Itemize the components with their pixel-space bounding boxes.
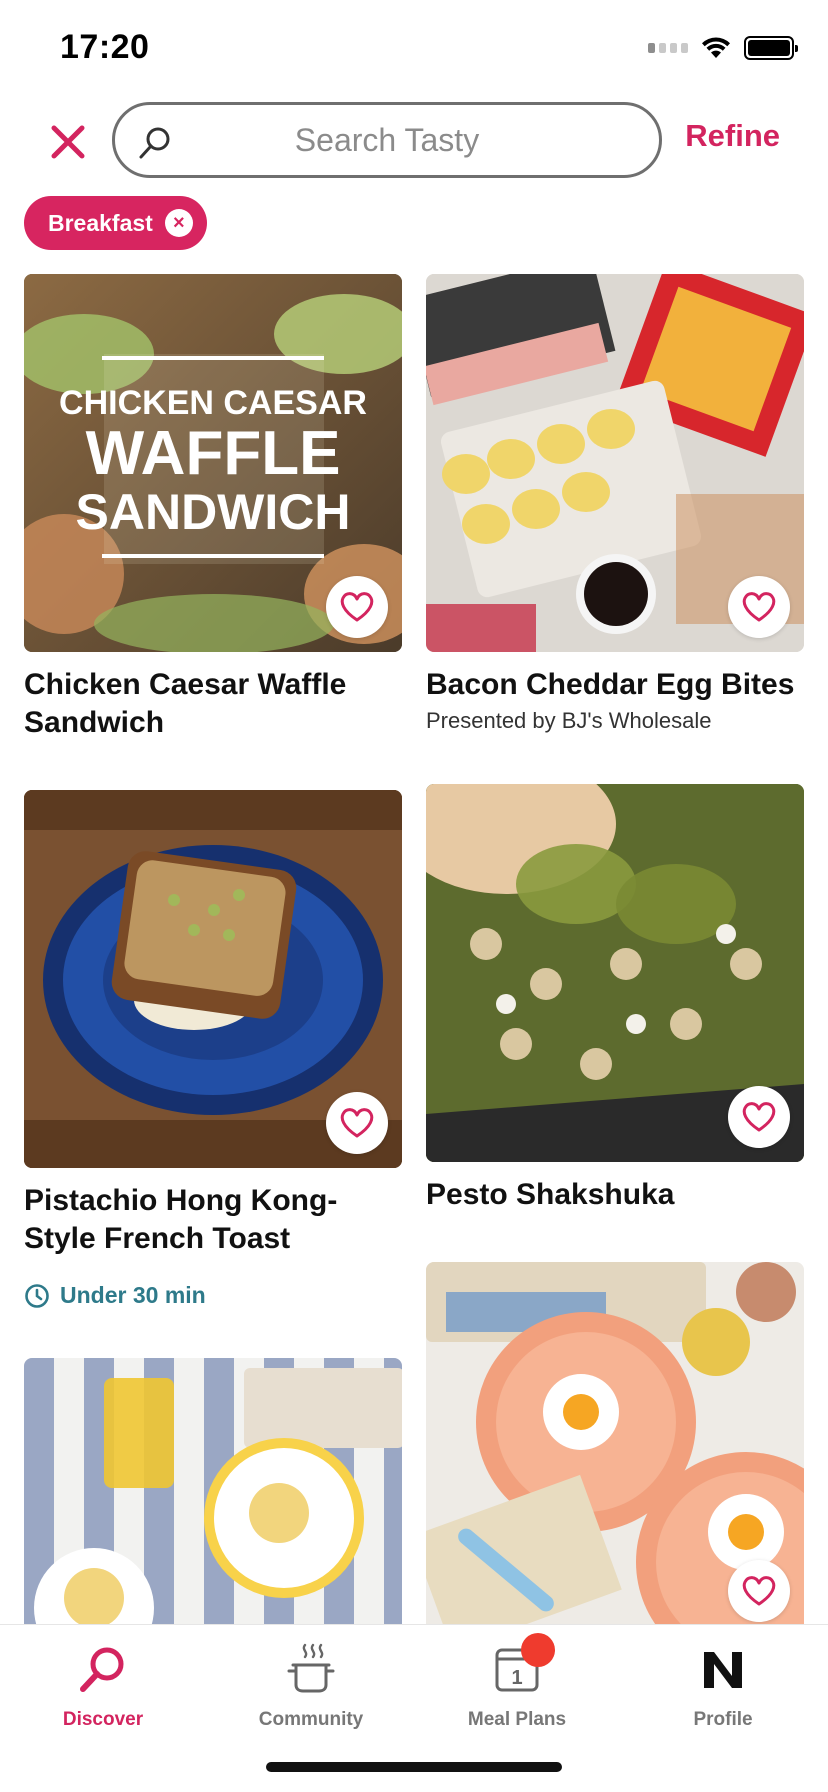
status-time: 17:20 xyxy=(60,28,150,66)
heart-icon xyxy=(742,592,776,622)
wifi-icon xyxy=(702,37,730,58)
heart-icon xyxy=(742,1576,776,1606)
refine-button[interactable]: Refine xyxy=(685,118,780,154)
heart-icon xyxy=(340,1108,374,1138)
profile-n-icon xyxy=(693,1641,753,1697)
search-icon xyxy=(139,127,170,159)
tab-bar: Discover Community 1 Meal Plans Profile xyxy=(0,1624,828,1792)
tab-label: Discover xyxy=(62,1709,144,1730)
recipe-title[interactable]: Pesto Shakshuka xyxy=(426,1176,804,1214)
status-icons xyxy=(648,36,798,60)
recipe-image[interactable] xyxy=(24,790,402,1168)
recipe-card[interactable]: Pistachio Hong Kong-Style French Toast U… xyxy=(24,790,402,1309)
notification-badge xyxy=(521,1633,555,1667)
search-box[interactable] xyxy=(112,102,662,178)
close-icon xyxy=(51,125,85,159)
remove-filter-icon[interactable]: × xyxy=(164,209,193,237)
recipe-title[interactable]: Bacon Cheddar Egg Bites xyxy=(426,666,804,704)
recipe-card[interactable] xyxy=(426,1262,804,1624)
tab-community[interactable]: Community xyxy=(236,1641,386,1731)
recipe-photo-illustration xyxy=(24,1358,402,1624)
sponsor-text: Presented by BJ's Wholesale xyxy=(426,708,712,733)
recipe-image[interactable]: CHICKEN CAESAR WAFFLE SANDWICH xyxy=(24,274,402,652)
favorite-button[interactable] xyxy=(728,1560,790,1622)
recipe-card[interactable] xyxy=(24,1358,402,1624)
favorite-button[interactable] xyxy=(326,1092,388,1154)
cellular-signal-icon xyxy=(648,43,688,53)
image-text-line-1: CHICKEN CAESAR xyxy=(59,384,367,422)
image-text-line-2: WAFFLE xyxy=(86,419,341,488)
cook-time-label: Under 30 min xyxy=(60,1282,206,1308)
home-indicator xyxy=(266,1762,562,1772)
favorite-button[interactable] xyxy=(728,576,790,638)
recipe-card[interactable]: CHICKEN CAESAR WAFFLE SANDWICH Chicken C… xyxy=(24,274,402,742)
tab-profile[interactable]: Profile xyxy=(648,1641,798,1731)
close-button[interactable] xyxy=(44,118,92,166)
battery-icon xyxy=(744,36,798,60)
tab-discover[interactable]: Discover xyxy=(28,1641,178,1731)
recipe-image[interactable] xyxy=(426,784,804,1162)
recipe-image[interactable] xyxy=(426,1262,804,1624)
recipe-image[interactable] xyxy=(24,1358,402,1624)
cook-time: Under 30 min xyxy=(24,1282,402,1309)
calendar-icon: 1 xyxy=(487,1633,555,1697)
filter-chip-breakfast[interactable]: Breakfast × xyxy=(24,196,207,250)
image-text-line-3: SANDWICH xyxy=(76,484,351,540)
tab-label: Community xyxy=(258,1709,364,1730)
recipe-image[interactable] xyxy=(426,274,804,652)
favorite-button[interactable] xyxy=(326,576,388,638)
status-bar: 17:20 xyxy=(0,0,828,100)
recipe-title[interactable]: Pistachio Hong Kong-Style French Toast xyxy=(24,1182,402,1258)
tab-meal-plans[interactable]: 1 Meal Plans xyxy=(442,1633,592,1731)
discover-search-icon xyxy=(73,1641,133,1697)
pot-icon xyxy=(281,1641,341,1697)
heart-icon xyxy=(742,1102,776,1132)
heart-icon xyxy=(340,592,374,622)
recipe-card[interactable]: Bacon Cheddar Egg Bites Presented by BJ'… xyxy=(426,274,804,734)
recipe-card[interactable]: Pesto Shakshuka xyxy=(426,784,804,1214)
clock-icon xyxy=(25,1283,49,1308)
favorite-button[interactable] xyxy=(728,1086,790,1148)
search-input[interactable] xyxy=(115,105,659,175)
calendar-day-number: 1 xyxy=(511,1667,522,1689)
tab-label: Meal Plans xyxy=(467,1709,567,1730)
tab-label: Profile xyxy=(693,1709,753,1730)
filter-chip-label: Breakfast xyxy=(48,209,153,236)
recipe-title[interactable]: Chicken Caesar Waffle Sandwich xyxy=(24,666,402,742)
